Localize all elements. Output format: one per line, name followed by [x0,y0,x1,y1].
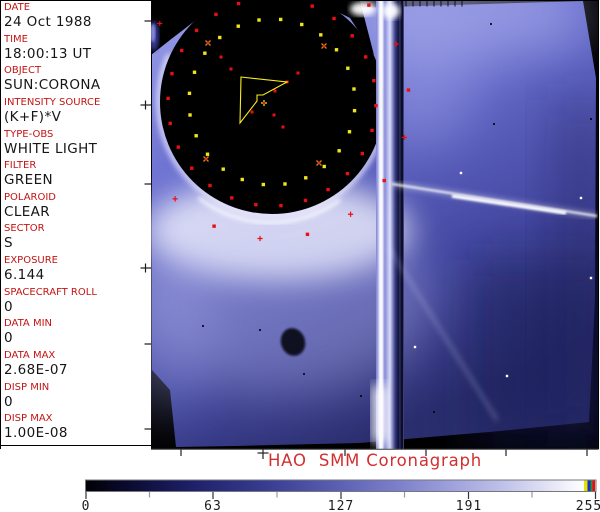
colorbar-tick-label: 191 [456,499,482,512]
colorbar-tick-label: 0 [82,499,91,512]
pylon-top-flare [350,2,376,16]
pylon-top-flare [382,3,400,19]
dark-edge-shading [555,100,598,430]
colorbar-gradient [85,479,597,492]
pylon-shadow-line [400,1,404,449]
colorbar: 0 63 127 191 255 [82,479,600,512]
colorbar-tick-label: 255 [576,499,600,512]
coronagraph-viewer-window: DATE 24 Oct 1988 TIME 18:00:13 UT OBJECT SUN:… [0,0,600,512]
left-sliver-core [151,24,156,42]
colorbar-saturation-stripes [584,480,596,491]
colorbar-tick-label: 63 [204,499,222,512]
pylon-bright-core [379,1,383,449]
colorbar-tick-label: 127 [328,499,354,512]
coronagraph-image-display[interactable] [120,0,600,450]
pylon-bottom-flare [372,385,388,443]
scene-canvas: 0 63 127 191 255 [82,0,600,512]
occulter-disk [160,1,384,214]
colorbar-ticks [85,492,597,499]
colorbar-labels: 0 63 127 191 255 [82,499,600,512]
page-title: HAO SMM Coronagraph [267,451,483,470]
